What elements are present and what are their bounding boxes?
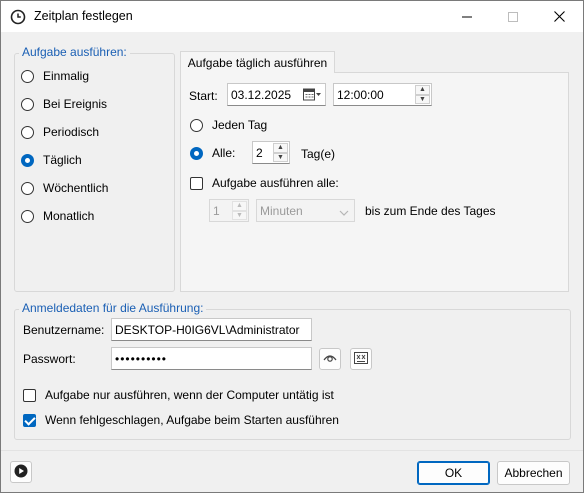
task-type-group	[14, 53, 175, 292]
repeat-label: Aufgabe ausführen alle:	[212, 176, 339, 190]
spin-down-icon[interactable]: ▼	[273, 152, 288, 162]
password-generator-icon	[354, 351, 368, 367]
every-n-days-spinner[interactable]: ▲ ▼	[273, 143, 288, 162]
spin-up-icon[interactable]: ▲	[415, 85, 430, 95]
radio-button[interactable]	[21, 209, 34, 223]
username-field[interactable]: DESKTOP-H0IG6VL\Administrator	[111, 318, 312, 341]
cancel-button[interactable]: Abbrechen	[497, 461, 570, 485]
radio-button-selected[interactable]	[190, 146, 203, 160]
spin-down-icon[interactable]: ▼	[415, 94, 430, 104]
username-label: Benutzername:	[23, 323, 105, 337]
radio-taeglich[interactable]: Täglich	[21, 153, 82, 167]
radio-every-n-days[interactable]: Alle:	[190, 146, 235, 160]
idle-only-label: Aufgabe nur ausführen, wenn der Computer…	[45, 388, 334, 402]
footer-divider	[1, 450, 583, 451]
radio-label: Periodisch	[43, 125, 100, 139]
spin-up-icon[interactable]: ▲	[273, 143, 288, 153]
password-label: Passwort:	[23, 352, 76, 366]
radio-einmalig[interactable]: Einmalig	[21, 69, 89, 83]
radio-woechentlich[interactable]: Wöchentlich	[21, 181, 108, 195]
repeat-interval-stepper[interactable]: 1 ▲ ▼	[209, 199, 249, 222]
clock-icon	[10, 9, 26, 25]
repeat-checkbox[interactable]	[190, 176, 203, 190]
radio-label: Jeden Tag	[212, 118, 268, 132]
run-on-fail-checkbox-row[interactable]: Wenn fehlgeschlagen, Aufgabe beim Starte…	[23, 413, 339, 427]
title-bar: Zeitplan festlegen	[1, 1, 583, 32]
radio-periodisch[interactable]: Periodisch	[21, 125, 99, 139]
repeat-unit-value: Minuten	[260, 203, 303, 218]
radio-label: Bei Ereignis	[43, 97, 108, 111]
spin-down-icon[interactable]: ▼	[232, 210, 247, 220]
repeat-interval-value: 1	[213, 203, 220, 218]
spin-up-icon[interactable]: ▲	[232, 201, 247, 211]
credentials-group-title: Anmeldedaten für die Ausführung:	[19, 301, 207, 315]
run-on-fail-checkbox[interactable]	[23, 413, 36, 427]
until-end-of-day-label: bis zum Ende des Tages	[365, 204, 496, 218]
password-generator-button[interactable]	[350, 348, 372, 370]
radio-button[interactable]	[21, 69, 34, 83]
task-type-group-title: Aufgabe ausführen:	[19, 45, 130, 59]
radio-label: Monatlich	[43, 209, 95, 223]
start-time-value: 12:00:00	[337, 87, 384, 102]
start-date-picker[interactable]: 03.12.2025	[227, 83, 326, 106]
repeat-interval-spinner[interactable]: ▲ ▼	[232, 201, 247, 220]
radio-label: Einmalig	[43, 69, 90, 83]
start-time-field[interactable]: 12:00:00 ▲ ▼	[333, 83, 432, 106]
radio-monatlich[interactable]: Monatlich	[21, 209, 94, 223]
calendar-icon[interactable]	[303, 88, 321, 101]
play-icon	[14, 464, 28, 481]
repeat-checkbox-row[interactable]: Aufgabe ausführen alle:	[190, 176, 339, 190]
show-password-button[interactable]	[319, 348, 341, 370]
run-on-fail-label: Wenn fehlgeschlagen, Aufgabe beim Starte…	[45, 413, 339, 427]
radio-button[interactable]	[190, 118, 203, 132]
username-value: DESKTOP-H0IG6VL\Administrator	[115, 322, 300, 337]
radio-every-day[interactable]: Jeden Tag	[190, 118, 267, 132]
radio-label: Alle:	[212, 146, 236, 160]
start-time-spinner[interactable]: ▲ ▼	[415, 85, 430, 104]
radio-button[interactable]	[21, 181, 34, 195]
idle-only-checkbox[interactable]	[23, 388, 36, 402]
start-label: Start:	[189, 89, 218, 103]
radio-label: Wöchentlich	[43, 181, 109, 195]
repeat-unit-select[interactable]: Minuten	[256, 199, 355, 222]
close-button[interactable]	[536, 1, 582, 32]
maximize-button[interactable]	[490, 1, 536, 32]
tab-daily-label: Aufgabe täglich ausführen	[187, 55, 328, 70]
minimize-button[interactable]	[444, 1, 490, 32]
every-n-days-unit: Tag(e)	[301, 147, 336, 161]
window-title: Zeitplan festlegen	[34, 9, 133, 23]
every-n-days-value: 2	[256, 145, 263, 160]
radio-button[interactable]	[21, 125, 34, 139]
radio-button-selected[interactable]	[21, 153, 34, 167]
tab-daily[interactable]: Aufgabe täglich ausführen	[180, 51, 335, 73]
ok-button[interactable]: OK	[417, 461, 490, 485]
idle-only-checkbox-row[interactable]: Aufgabe nur ausführen, wenn der Computer…	[23, 388, 334, 402]
cancel-button-label: Abbrechen	[504, 466, 563, 480]
radio-bei-ereignis[interactable]: Bei Ereignis	[21, 97, 107, 111]
password-field[interactable]: ••••••••••	[111, 347, 312, 370]
run-now-button[interactable]	[10, 461, 32, 483]
start-date-value: 03.12.2025	[231, 87, 292, 102]
chevron-down-icon	[339, 206, 349, 220]
every-n-days-stepper[interactable]: 2 ▲ ▼	[252, 141, 290, 164]
radio-button[interactable]	[21, 97, 34, 111]
eye-icon	[323, 352, 337, 366]
password-value: ••••••••••	[115, 351, 168, 366]
ok-button-label: OK	[444, 466, 463, 480]
schedule-dialog: Zeitplan festlegen Aufgabe ausführen: Ei…	[0, 0, 584, 493]
radio-label: Täglich	[43, 153, 82, 167]
